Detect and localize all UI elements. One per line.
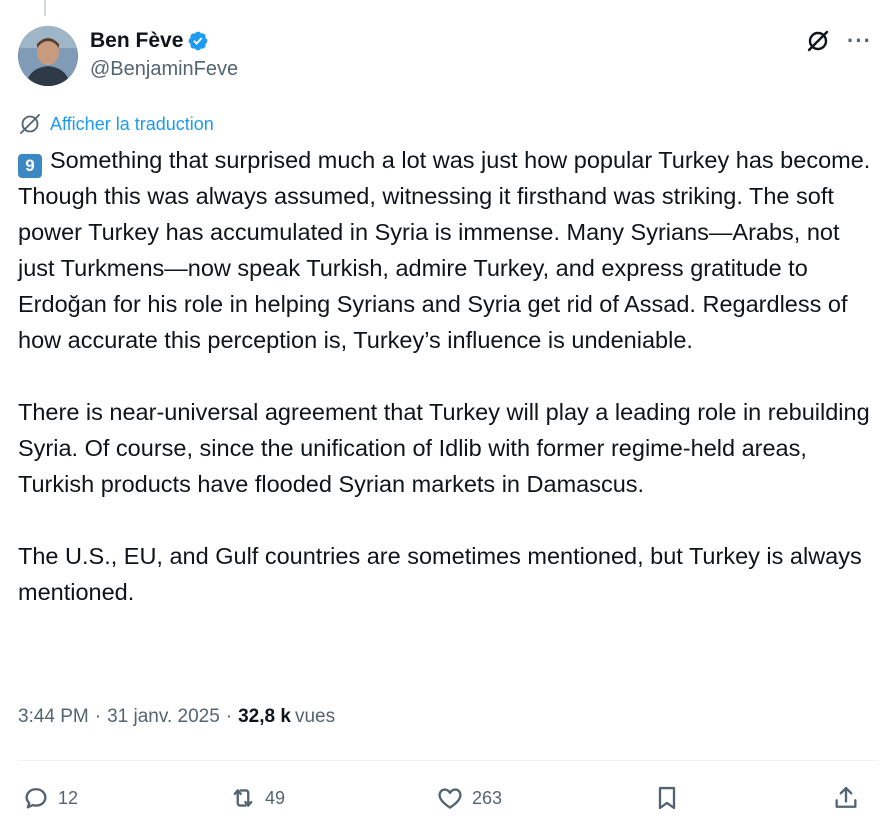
repost-count: 49 bbox=[265, 787, 286, 808]
tweet-date[interactable]: 31 janv. 2025 bbox=[107, 706, 220, 728]
tweet-paragraph: 9 Something that surprised much a lot was… bbox=[18, 142, 878, 358]
author-handle[interactable]: @BenjaminFeve bbox=[90, 58, 238, 81]
views-label: vues bbox=[294, 706, 336, 727]
reply-button[interactable]: 12 bbox=[22, 784, 78, 812]
tweet-header: Ben Fève @BenjaminFeve ··· bbox=[18, 26, 878, 86]
tweet-text: 9 Something that surprised much a lot was… bbox=[18, 142, 878, 610]
repost-icon bbox=[229, 784, 257, 812]
like-icon bbox=[436, 784, 464, 812]
verified-badge-icon[interactable] bbox=[187, 30, 209, 52]
views-count: 32,8 k bbox=[238, 706, 291, 727]
thread-line bbox=[44, 0, 46, 16]
bookmark-icon bbox=[653, 784, 681, 812]
author-display-name[interactable]: Ben Fève bbox=[90, 29, 183, 53]
avatar[interactable] bbox=[18, 26, 78, 86]
tweet-paragraph: There is near-universal agreement that T… bbox=[18, 399, 870, 497]
reply-count: 12 bbox=[58, 787, 79, 808]
translate-icon bbox=[18, 112, 42, 136]
share-button[interactable] bbox=[832, 784, 860, 812]
divider bbox=[18, 760, 878, 761]
repost-button[interactable]: 49 bbox=[229, 784, 285, 812]
bookmark-button[interactable] bbox=[653, 784, 681, 812]
author-names: Ben Fève @BenjaminFeve bbox=[90, 28, 238, 81]
meta-separator: · bbox=[94, 706, 102, 727]
tweet-paragraph: The U.S., EU, and Gulf countries are som… bbox=[18, 543, 862, 605]
translate-label[interactable]: Afficher la traduction bbox=[50, 114, 214, 135]
header-actions: ··· bbox=[805, 28, 872, 54]
more-icon[interactable]: ··· bbox=[847, 30, 872, 52]
keycap-nine-emoji: 9 bbox=[18, 154, 42, 178]
reply-icon bbox=[22, 784, 50, 812]
tweet-paragraph-text: Something that surprised much a lot was … bbox=[18, 147, 871, 353]
action-bar: 12 49 263 bbox=[22, 780, 860, 816]
meta-separator: · bbox=[225, 706, 233, 727]
tweet-meta: 3:44 PM · 31 janv. 2025 · 32,8 k vues bbox=[18, 706, 335, 728]
like-button[interactable]: 263 bbox=[436, 784, 502, 812]
share-icon bbox=[832, 784, 860, 812]
tweet-time[interactable]: 3:44 PM bbox=[18, 706, 89, 728]
translate-link[interactable]: Afficher la traduction bbox=[18, 112, 214, 136]
like-count: 263 bbox=[472, 787, 503, 808]
grok-icon[interactable] bbox=[805, 28, 831, 54]
